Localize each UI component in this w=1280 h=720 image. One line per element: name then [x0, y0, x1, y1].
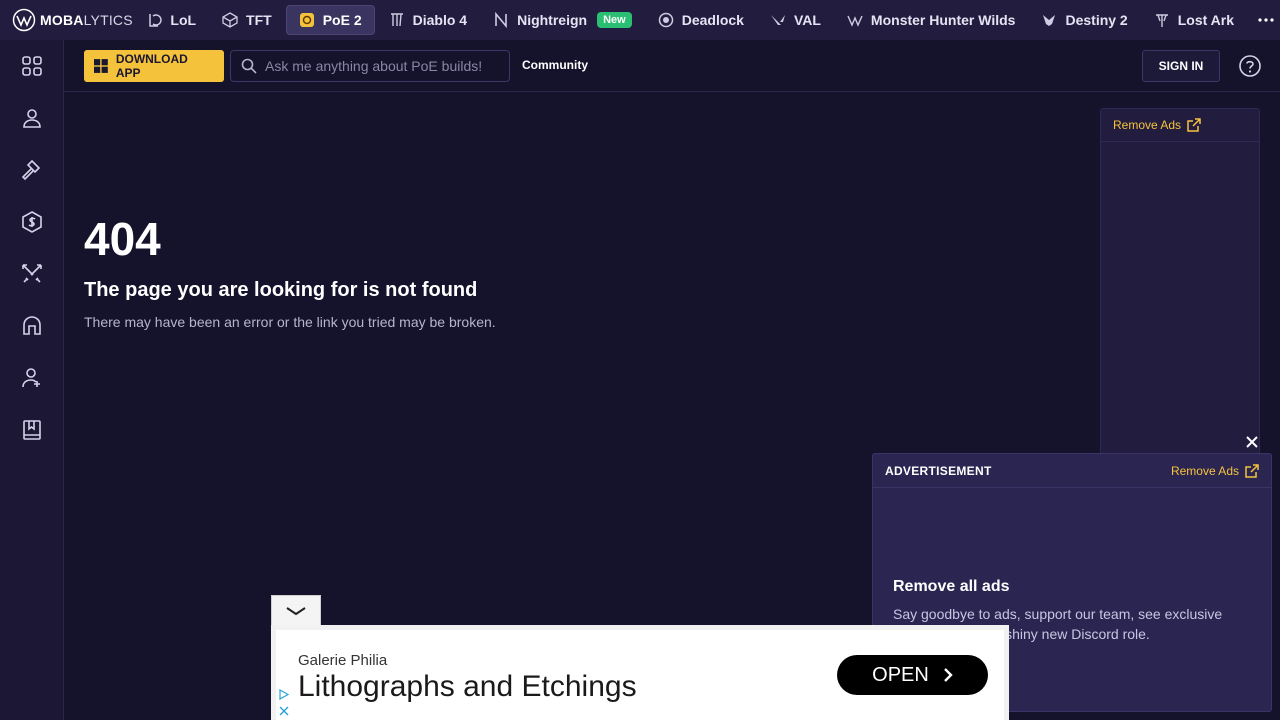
game-tab-label: Destiny 2 [1065, 12, 1128, 28]
game-tab-poe2[interactable]: PoE 2 [285, 5, 375, 35]
profile-icon [23, 109, 41, 128]
game-tab-destiny2[interactable]: Destiny 2 [1029, 5, 1139, 35]
community-link[interactable]: Community [522, 58, 588, 72]
advertisement-label: ADVERTISEMENT [885, 463, 992, 478]
game-tab-monster-hunter-wilds[interactable]: Monster Hunter Wilds [835, 5, 1028, 35]
game-tab-label: TFT [246, 12, 272, 28]
windows-icon [94, 59, 108, 73]
game-tab-label: Monster Hunter Wilds [870, 12, 1016, 28]
nightreign-icon [493, 12, 509, 28]
error-code: 404 [84, 213, 161, 265]
chevron-right-icon [943, 668, 953, 682]
sidebar-item-pvp[interactable] [0, 248, 64, 300]
download-app-label: DOWNLOAD APP [115, 52, 188, 80]
mobalytics-logo-icon [12, 8, 36, 32]
game-tab-label: VAL [793, 12, 821, 28]
sidebar-item-classes[interactable] [0, 300, 64, 352]
ad-choices-icon [279, 689, 289, 700]
side-remove-ads-link[interactable]: Remove Ads [1101, 109, 1259, 142]
more-games-button[interactable] [1252, 6, 1280, 34]
floating-remove-ads-label: Remove Ads [1170, 463, 1239, 478]
ad-close-button[interactable] [277, 704, 290, 717]
floating-ad-header: ADVERTISEMENT Remove Ads [873, 454, 1271, 488]
monster-hunter-icon [847, 12, 863, 28]
game-nav-bar: MOBALYTICS LoL TFT PoE 2 Diablo 4 Nightr… [0, 0, 1280, 40]
sign-in-button[interactable]: SIGN IN [1142, 50, 1220, 82]
logo-text: MOBALYTICS [40, 12, 133, 28]
lost-ark-icon [1154, 12, 1170, 28]
game-tab-nightreign[interactable]: Nightreign New [481, 5, 644, 35]
sidebar-item-currency[interactable] [0, 196, 64, 248]
game-tab-label: LoL [170, 12, 197, 28]
currency-icon [22, 211, 42, 233]
page-header: DOWNLOAD APP Community SIGN IN [64, 40, 1280, 92]
search-box[interactable] [230, 50, 510, 82]
sidebar [0, 40, 64, 720]
collapse-banner-button[interactable] [271, 595, 321, 625]
hammer-icon [21, 159, 41, 181]
error-title: The page you are looking for is not foun… [84, 279, 478, 301]
search-input[interactable] [265, 58, 505, 74]
sidebar-item-profile[interactable] [0, 92, 64, 144]
diablo-icon [389, 12, 405, 28]
external-link-icon [1187, 118, 1201, 132]
helmet-icon [23, 316, 41, 335]
banner-open-button[interactable]: OPEN [837, 655, 988, 695]
sidebar-item-home[interactable] [0, 40, 64, 92]
close-icon [1246, 436, 1258, 448]
grid-icon [22, 56, 42, 76]
game-tab-tft[interactable]: TFT [210, 5, 284, 35]
community-icon [22, 368, 40, 388]
deadlock-icon [658, 12, 674, 28]
side-ad-slot: Remove Ads [1100, 108, 1260, 468]
new-badge: New [597, 12, 632, 28]
remove-ads-title: Remove all ads [893, 578, 1010, 595]
game-tab-label: Nightreign [517, 12, 588, 28]
tft-icon [222, 12, 238, 28]
chevron-down-icon [286, 606, 306, 615]
game-tab-lost-ark[interactable]: Lost Ark [1142, 5, 1246, 35]
valorant-icon [770, 12, 786, 28]
game-tab-val[interactable]: VAL [758, 5, 833, 35]
game-tab-label: Lost Ark [1177, 12, 1234, 28]
close-icon [279, 706, 288, 715]
game-tabs: LoL TFT PoE 2 Diablo 4 Nightreign New De… [134, 0, 1280, 40]
ad-choices-button[interactable] [277, 688, 290, 701]
mobalytics-logo[interactable]: MOBALYTICS [0, 0, 134, 40]
error-description: There may have been an error or the link… [84, 314, 496, 330]
side-remove-ads-label: Remove Ads [1113, 118, 1182, 132]
swords-icon [22, 264, 42, 283]
more-dots-icon [1258, 18, 1274, 22]
external-link-icon [1245, 463, 1259, 478]
banner-brand: Galerie Philia [298, 652, 388, 669]
close-ad-button[interactable] [1242, 432, 1262, 452]
banner-ad-content[interactable]: Galerie Philia Lithographs and Etchings … [276, 630, 1004, 720]
game-tab-diablo4[interactable]: Diablo 4 [377, 5, 479, 35]
lol-icon [146, 12, 163, 28]
floating-remove-ads-link[interactable]: Remove Ads [1171, 464, 1259, 478]
search-icon [241, 58, 257, 74]
banner-headline: Lithographs and Etchings [298, 670, 637, 703]
help-icon[interactable] [1238, 54, 1262, 78]
game-tab-label: Diablo 4 [412, 12, 468, 28]
download-app-button[interactable]: DOWNLOAD APP [84, 50, 224, 82]
game-tab-label: PoE 2 [322, 12, 362, 28]
game-tab-lol[interactable]: LoL [134, 5, 208, 35]
sidebar-item-guides[interactable] [0, 404, 64, 456]
game-tab-deadlock[interactable]: Deadlock [646, 5, 756, 35]
poe2-icon [299, 12, 315, 28]
sidebar-item-builds[interactable] [0, 144, 64, 196]
banner-open-label: OPEN [872, 663, 929, 686]
book-icon [23, 420, 41, 440]
destiny-icon [1041, 12, 1057, 28]
bottom-banner-ad: Galerie Philia Lithographs and Etchings … [271, 625, 1009, 720]
game-tab-label: Deadlock [681, 12, 744, 28]
sidebar-item-community[interactable] [0, 352, 64, 404]
